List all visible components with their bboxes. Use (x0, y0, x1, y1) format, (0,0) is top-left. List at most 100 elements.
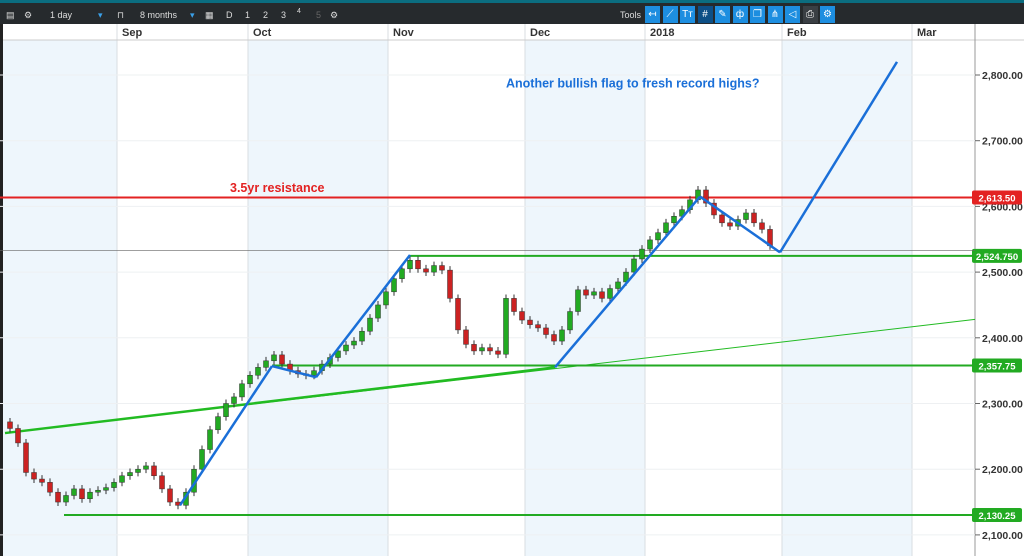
candle-body (247, 374, 253, 385)
candle-body (599, 291, 605, 299)
month-label: Nov (393, 27, 415, 39)
candle-body (119, 475, 125, 483)
candle-body (55, 491, 61, 503)
candle-body (103, 487, 109, 491)
candle-body (87, 491, 93, 500)
candle-body (71, 488, 77, 496)
month-label: Dec (530, 27, 550, 39)
period-2[interactable]: 2 (263, 7, 268, 23)
tag-icon[interactable]: ◁ (785, 6, 800, 23)
month-label: Oct (253, 27, 272, 39)
chevron-down-icon[interactable]: ▾ (190, 7, 195, 23)
candle-body (367, 317, 373, 332)
candle-body (231, 396, 237, 404)
candle-body (463, 329, 469, 345)
period-5[interactable]: 5 (316, 7, 321, 23)
price-tick-label: 2,300.00 (982, 399, 1023, 411)
candle-body (31, 472, 37, 480)
candle-body (383, 291, 389, 306)
interval-select[interactable]: 1 day (50, 7, 72, 23)
candle-body (639, 248, 645, 260)
print-icon[interactable]: ⎙ (802, 6, 818, 23)
price-tick-label: 2,800.00 (982, 70, 1023, 82)
candle-body (63, 495, 69, 503)
candle-body (519, 311, 525, 321)
period-3[interactable]: 3 (281, 7, 286, 23)
candle-body (567, 311, 573, 331)
grid-icon[interactable]: # (697, 6, 713, 23)
windows-icon[interactable]: ❐ (750, 6, 765, 23)
trendline-icon[interactable]: ⟋ (662, 6, 678, 23)
candle-body (223, 403, 229, 417)
layout-icon[interactable]: ▤ (6, 7, 15, 23)
period-D[interactable]: D (226, 7, 233, 23)
candle-body (311, 370, 317, 376)
range-select[interactable]: 8 months (140, 7, 177, 23)
candle-body (663, 222, 669, 233)
candle-body (655, 232, 661, 241)
candle-body (279, 354, 285, 365)
candle-body (575, 289, 581, 312)
settings-tool-icon[interactable]: ⚙ (820, 6, 835, 23)
candle-body (271, 354, 277, 362)
text-icon[interactable]: Tт (680, 6, 695, 23)
pencil-icon[interactable]: ✎ (715, 6, 730, 23)
candle-body (15, 428, 21, 444)
candle-body (23, 442, 29, 473)
candle-body (487, 347, 493, 352)
candle-body (359, 330, 365, 342)
candle-body (159, 475, 165, 490)
candle-body (215, 416, 221, 431)
candle-body (391, 278, 397, 293)
candle-body (423, 268, 429, 273)
chevron-down-icon[interactable]: ▾ (98, 7, 103, 23)
candle-icon[interactable]: ф (732, 6, 748, 23)
gear-icon[interactable]: ⚙ (24, 7, 32, 23)
month-label: Feb (787, 27, 807, 39)
period-4[interactable]: 4 (297, 4, 301, 20)
candle-body (543, 327, 549, 335)
month-band (782, 40, 912, 556)
candle-body (47, 482, 53, 493)
candle-body (615, 281, 621, 289)
time-axis (0, 24, 975, 40)
candle-body (399, 268, 405, 279)
level-label: 2,524.750 (976, 252, 1018, 263)
price-tick-label: 2,100.00 (982, 530, 1023, 542)
month-label: Mar (917, 27, 937, 39)
lock-icon[interactable]: ⊓ (117, 7, 124, 23)
candle-body (127, 472, 133, 477)
price-tick-label: 2,200.00 (982, 464, 1023, 476)
month-label: Sep (122, 27, 142, 39)
candle-body (743, 212, 749, 220)
fork-icon[interactable]: ⋔ (767, 6, 783, 23)
candle-body (551, 334, 557, 342)
candle-body (527, 319, 533, 325)
calendar-icon[interactable]: ▦ (205, 7, 214, 23)
candle-body (559, 329, 565, 342)
arrow-left-icon[interactable]: ↤ (645, 6, 660, 23)
candle-body (479, 347, 485, 352)
candle-body (447, 269, 453, 299)
period-1[interactable]: 1 (245, 7, 250, 23)
tools-label: Tools (620, 10, 642, 20)
candle-body (95, 489, 101, 493)
candle-body (39, 478, 45, 483)
candle-body (207, 429, 213, 450)
left-border (0, 24, 3, 556)
price-chart[interactable]: Sep Oct Nov Dec 2018 Feb Mar 2,100.00 2,200.00 2,… (0, 24, 1024, 556)
candle-body (415, 260, 421, 270)
candle-body (455, 298, 461, 331)
candle-body (135, 468, 141, 473)
candle-body (591, 291, 597, 296)
settings-icon[interactable]: ⚙ (330, 7, 338, 23)
month-band (248, 40, 388, 556)
candle-body (255, 367, 261, 376)
candle-body (79, 488, 85, 500)
month-band (0, 40, 117, 556)
candle-body (111, 482, 117, 488)
resistance-annotation: 3.5yr resistance (230, 181, 325, 195)
flag-pattern-line (699, 195, 781, 254)
month-band (525, 40, 645, 556)
candle-body (343, 344, 349, 352)
